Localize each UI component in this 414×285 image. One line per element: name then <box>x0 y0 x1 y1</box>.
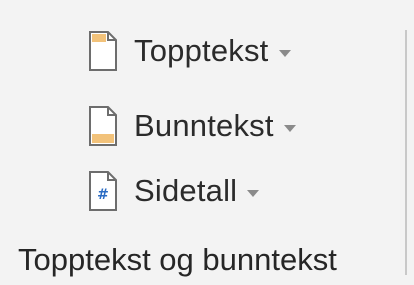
header-footer-ribbon-group: Topptekst Bunntekst # Sidetall Topptekst… <box>0 0 414 285</box>
chevron-down-icon[interactable] <box>278 49 291 57</box>
page-header-icon <box>84 29 122 73</box>
svg-text:#: # <box>97 187 109 203</box>
chevron-down-icon[interactable] <box>247 189 260 197</box>
group-separator <box>405 30 407 275</box>
chevron-down-icon[interactable] <box>283 124 296 132</box>
page-number-button-label: Sidetall <box>134 173 238 208</box>
ribbon-group-label: Topptekst og bunntekst <box>18 242 337 277</box>
footer-button-label: Bunntekst <box>134 108 274 143</box>
footer-button[interactable]: Bunntekst <box>84 101 296 151</box>
page-footer-icon <box>84 104 122 148</box>
page-number-icon: # <box>84 169 122 213</box>
header-button[interactable]: Topptekst <box>84 26 291 76</box>
header-button-label: Topptekst <box>134 33 269 68</box>
page-number-button[interactable]: # Sidetall <box>84 166 260 216</box>
